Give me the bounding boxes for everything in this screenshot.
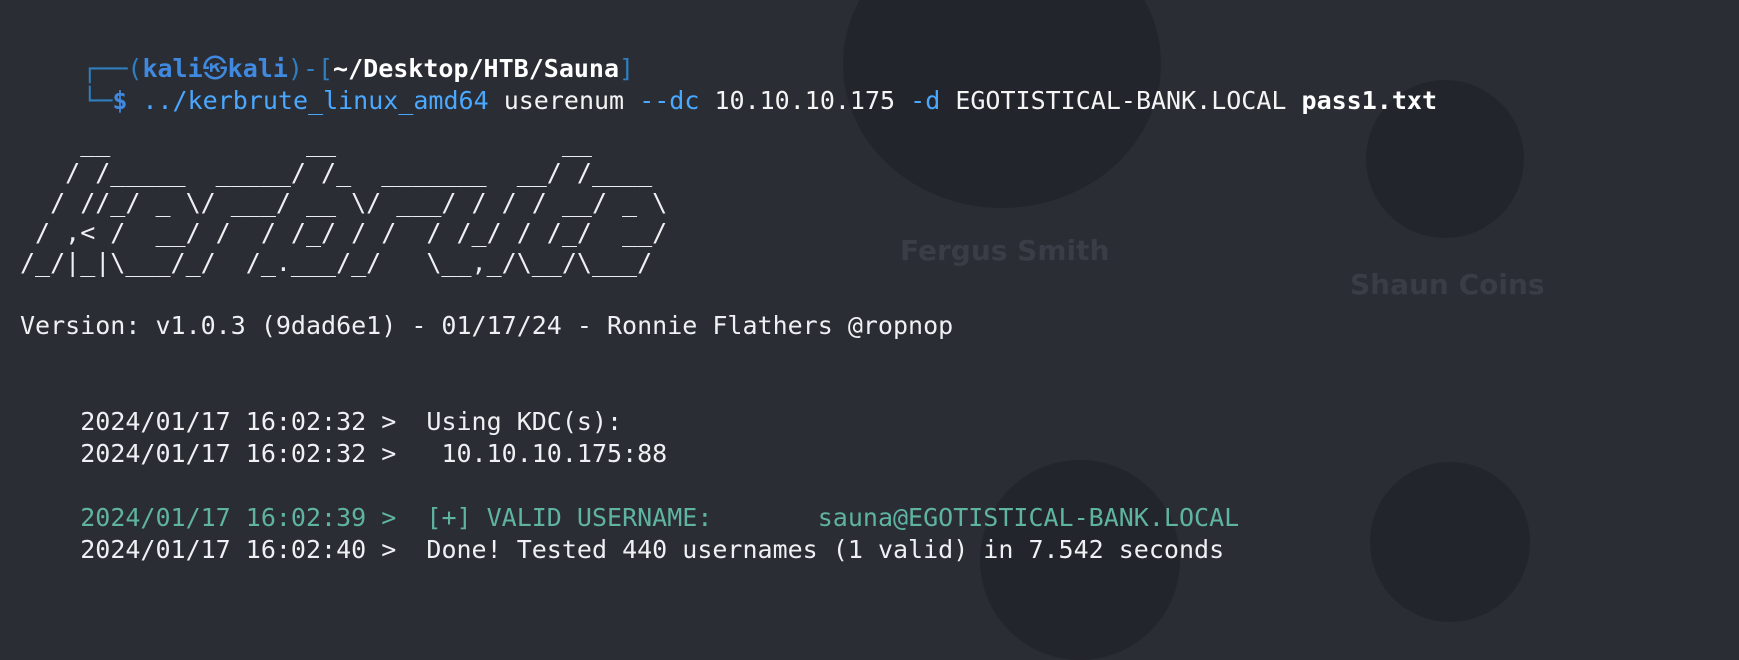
output-line-done: 2024/01/17 16:02:40 > Done! Tested 440 u… xyxy=(20,502,1224,564)
terminal-window[interactable]: ┌──(kali㉿kali)-[~/Desktop/HTB/Sauna] └─$… xyxy=(0,0,1739,564)
output-timestamp: 2024/01/17 16:02:32 > xyxy=(80,439,397,468)
output-message: Done! Tested 440 usernames (1 valid) in … xyxy=(396,535,1225,564)
command-binary: ../kerbrute_linux_amd64 xyxy=(142,86,489,115)
output-timestamp: 2024/01/17 16:02:40 > xyxy=(80,535,397,564)
prompt-symbol: $ xyxy=(112,86,128,115)
kerbrute-ascii-banner: __ __ __ / /_____ _____/ /_ _______ __/ … xyxy=(20,128,668,277)
command-wordlist: pass1.txt xyxy=(1301,86,1437,115)
output-line: 2024/01/17 16:02:32 > Using KDC(s): xyxy=(20,374,622,436)
command-subcommand: userenum xyxy=(503,86,625,115)
command-dc-value: 10.10.10.175 xyxy=(714,86,896,115)
version-line: Version: v1.0.3 (9dad6e1) - 01/17/24 - R… xyxy=(20,311,954,340)
command-line[interactable]: └─$ ../kerbrute_linux_amd64 userenum --d… xyxy=(22,53,1437,115)
command-flag-d: -d xyxy=(910,86,941,115)
prompt-frame-bottom: └─ xyxy=(82,86,113,115)
command-flag-dc: --dc xyxy=(639,86,700,115)
output-line-valid-username: 2024/01/17 16:02:39 > [+] VALID USERNAME… xyxy=(20,470,1239,532)
output-line: 2024/01/17 16:02:32 > 10.10.10.175:88 xyxy=(20,406,667,468)
output-message: 10.10.10.175:88 xyxy=(396,439,668,468)
command-domain: EGOTISTICAL-BANK.LOCAL xyxy=(955,86,1287,115)
prompt-line: ┌──(kali㉿kali)-[~/Desktop/HTB/Sauna] xyxy=(22,21,634,83)
